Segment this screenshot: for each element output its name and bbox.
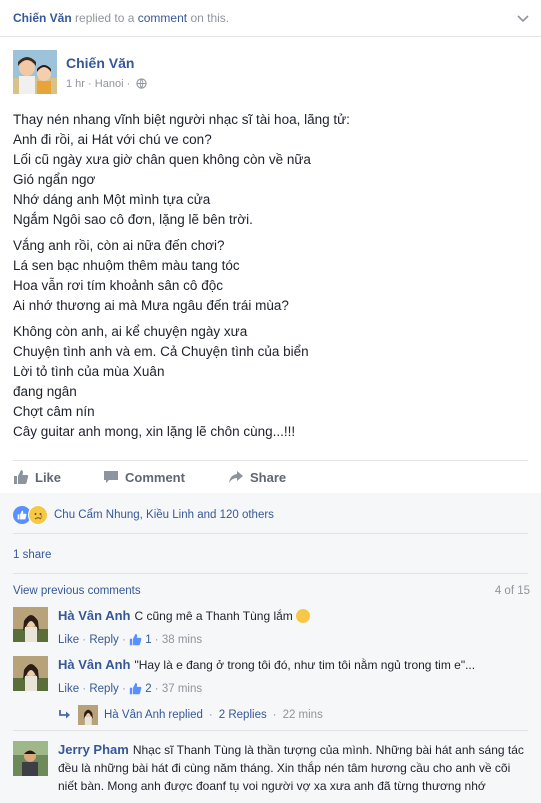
view-previous-comments-link[interactable]: View previous comments: [13, 585, 141, 597]
replies-summary[interactable]: Hà Vân Anh replied · 2 Replies · 22 mins: [58, 705, 323, 725]
divider: [13, 730, 528, 731]
story-suffix: on this.: [190, 11, 230, 25]
crying-emoji-icon: [296, 609, 311, 623]
thumbs-up-icon: [14, 470, 29, 484]
reply-time: 22 mins: [282, 709, 323, 721]
comment-actions: Like · Reply · 2 · 37 mins: [58, 682, 203, 695]
comment-time[interactable]: 38 mins: [162, 634, 202, 646]
reply-verb: replied: [168, 709, 203, 721]
comment-icon: [104, 471, 118, 483]
post-time[interactable]: 1 hr: [66, 78, 85, 90]
story-action: replied to a: [75, 11, 135, 25]
text-line: Ai nhớ thương ai mà Mưa ngâu đến trái mù…: [13, 298, 289, 313]
share-button[interactable]: Share: [228, 469, 286, 485]
reply-count: 2 Replies: [218, 709, 267, 721]
globe-icon: [136, 78, 147, 89]
comment-body: Hà Vân Anh "Hay là e đang ở trong tôi đó,…: [58, 656, 528, 698]
share-icon: [229, 471, 243, 483]
post-author[interactable]: Chiến Văn: [66, 55, 134, 71]
text-line: Thay nén nhang vĩnh biệt người nhạc sĩ t…: [13, 112, 350, 127]
comment-like-link[interactable]: Like: [58, 683, 79, 695]
post-location[interactable]: Hanoi: [95, 78, 124, 90]
commenter-avatar[interactable]: [13, 741, 48, 776]
post-meta: 1 hr · Hanoi ·: [66, 78, 147, 90]
commenter-name[interactable]: Hà Vân Anh: [58, 608, 130, 623]
chevron-down-icon[interactable]: [515, 10, 531, 26]
text-line: đang ngân: [13, 384, 77, 399]
comment-count: 4 of 15: [494, 585, 530, 597]
reactions-text: Chu Cẩm Nhung, Kiều Linh and 120 others: [54, 509, 274, 521]
comment-like-count[interactable]: 2: [145, 683, 151, 695]
like-button[interactable]: Like: [13, 469, 61, 485]
thumbs-up-icon: [129, 633, 142, 646]
commenter-name[interactable]: Hà Vân Anh: [58, 657, 130, 672]
comment-button[interactable]: Comment: [103, 469, 185, 485]
text-line: Chuyện tình anh và em. Cả Chuyện tình củ…: [13, 344, 309, 359]
comment-body: Jerry Pham Nhạc sĩ Thanh Tùng là thần tượ…: [58, 741, 528, 795]
text-line: Không còn anh, ai kể chuyện ngày xưa: [13, 324, 248, 339]
shares-link[interactable]: 1 share: [13, 549, 51, 561]
story-actor-link[interactable]: Chiến Văn: [13, 11, 72, 25]
story-object-link[interactable]: comment: [138, 11, 187, 25]
commenter-avatar[interactable]: [13, 607, 48, 642]
text-line: Vắng anh rồi, còn ai nữa đến chơi?: [13, 238, 225, 253]
divider: [13, 573, 528, 574]
text-line: Cây guitar anh mong, xin lặng lẽ chôn cù…: [13, 424, 296, 439]
comment-reply-link[interactable]: Reply: [89, 634, 118, 646]
comment-text: C cũng mê a Thanh Tùng lắm: [134, 609, 293, 623]
comment-text: "Hay là e đang ở trong tôi đó, như tim t…: [134, 658, 476, 672]
thumbs-up-icon: [129, 682, 142, 695]
text-line: Lời tỏ tình của mùa Xuân: [13, 364, 165, 379]
commenter-avatar[interactable]: [13, 656, 48, 691]
text-line: Lối cũ ngày xưa giờ chân quen không còn …: [13, 152, 311, 167]
comment-like-count[interactable]: 1: [145, 634, 151, 646]
feedback-area: Chu Cẩm Nhung, Kiều Linh and 120 others …: [0, 493, 541, 803]
text-line: Gió ngẩn ngơ: [13, 172, 96, 187]
story-line: Chiến Văn replied to a comment on this.: [13, 11, 229, 25]
post-body: Thay nén nhang vĩnh biệt người nhạc sĩ t…: [13, 110, 528, 448]
like-label: Like: [35, 469, 62, 485]
author-avatar[interactable]: [13, 50, 57, 94]
divider: [13, 533, 528, 534]
text-line: Nhớ dáng anh Một mình tựa cửa: [13, 192, 211, 207]
text-line: Ngắm Ngôi sao cô đơn, lặng lẽ bên trời.: [13, 212, 253, 227]
story-header: Chiến Văn replied to a comment on this.: [0, 0, 541, 37]
commenter-name[interactable]: Jerry Pham: [58, 742, 129, 757]
share-label: Share: [250, 469, 287, 485]
comment-label: Comment: [125, 469, 185, 485]
comment-time[interactable]: 37 mins: [162, 683, 202, 695]
text-line: Lá sen bạc nhuộm thêm màu tang tóc: [13, 258, 240, 273]
reply-arrow-icon: [59, 710, 70, 719]
reply-author: Hà Vân Anh: [104, 709, 166, 721]
text-line: Chợt câm nín: [13, 404, 95, 419]
comment-body: Hà Vân Anh C cũng mê a Thanh Tùng lắm Lik…: [58, 607, 528, 649]
text-line: Hoa vẫn rơi tím khoảnh sân cô độc: [13, 278, 223, 293]
sad-reaction-icon: [28, 505, 48, 525]
comment-reply-link[interactable]: Reply: [89, 683, 118, 695]
stanza: Không còn anh, ai kể chuyện ngày xưa Chu…: [13, 322, 528, 442]
reactions-summary[interactable]: Chu Cẩm Nhung, Kiều Linh and 120 others: [13, 505, 274, 525]
reply-avatar: [78, 705, 98, 725]
stanza: Thay nén nhang vĩnh biệt người nhạc sĩ t…: [13, 110, 528, 230]
comment-like-link[interactable]: Like: [58, 634, 79, 646]
text-line: Anh đi rồi, ai Hát với chú ve con?: [13, 132, 212, 147]
comment-actions: Like · Reply · 1 · 38 mins: [58, 633, 203, 646]
action-bar: Like Comment Share: [13, 460, 528, 494]
stanza: Vắng anh rồi, còn ai nữa đến chơi? Lá se…: [13, 236, 528, 316]
